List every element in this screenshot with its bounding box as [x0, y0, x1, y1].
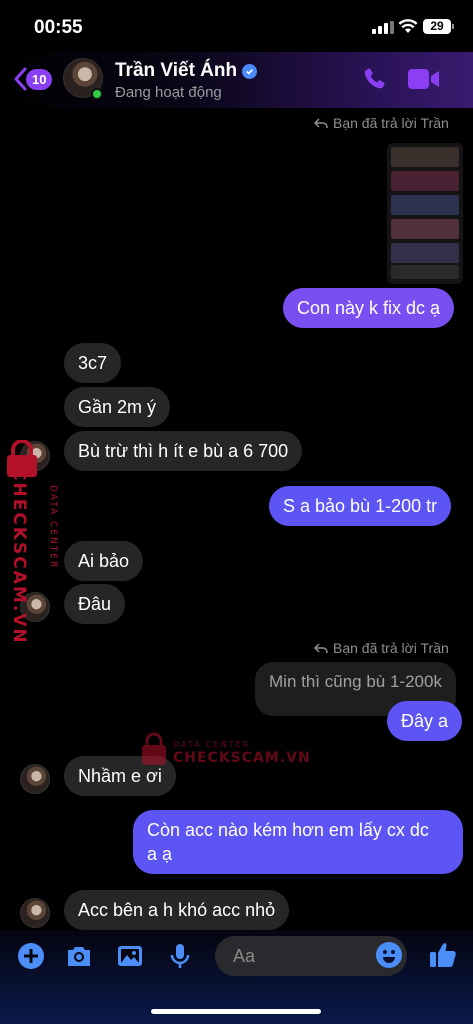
plus-icon[interactable]: [17, 942, 45, 970]
shared-image-thumbnail[interactable]: [387, 143, 463, 284]
reply-indicator: Bạn đã trả lời Trần: [314, 115, 449, 131]
contact-avatar-small[interactable]: [20, 764, 50, 794]
message-incoming[interactable]: Bù trừ thì h ít e bù a 6 700: [64, 431, 303, 471]
video-call-icon[interactable]: [408, 68, 440, 90]
reply-arrow-icon: [314, 642, 328, 653]
message-line: a ạ: [147, 844, 173, 864]
message-input-placeholder: Aa: [233, 946, 256, 966]
message-outgoing[interactable]: S a bảo bù 1-200 tr: [269, 486, 452, 526]
reply-indicator-text: Bạn đã trả lời Trần: [333, 640, 449, 656]
microphone-icon[interactable]: [166, 942, 194, 970]
reply-indicator-text: Bạn đã trả lời Trần: [333, 115, 449, 131]
clock: 00:55: [34, 17, 83, 38]
message-incoming[interactable]: Gần 2m ý: [64, 387, 171, 427]
cellular-signal-icon: [372, 21, 394, 34]
home-indicator[interactable]: [151, 1009, 321, 1014]
watermark-tag: DATA CENTER: [48, 485, 58, 570]
emoji-icon[interactable]: [376, 942, 402, 968]
contact-avatar-small[interactable]: [20, 898, 50, 928]
wifi-icon: [398, 19, 418, 33]
message-outgoing[interactable]: Con này k fix dc ạ: [283, 288, 455, 328]
message-outgoing[interactable]: Còn acc nào kém hơn em lấy cx dc a ạ: [133, 810, 463, 874]
camera-icon[interactable]: [65, 942, 93, 970]
watermark-brand: CHECKSCAM.VN: [173, 750, 311, 766]
online-status-dot: [91, 88, 103, 100]
message-incoming[interactable]: Đâu: [64, 584, 126, 624]
contact-name: Trần Viết Ánh: [115, 60, 238, 81]
thumbs-up-icon[interactable]: [428, 940, 458, 970]
message-line: Còn acc nào kém hơn em lấy cx dc: [147, 820, 429, 840]
message-incoming[interactable]: Acc bên a h khó acc nhỏ: [64, 890, 290, 930]
presence-status: Đang hoạt động: [115, 84, 222, 101]
contact-avatar-small[interactable]: [20, 441, 50, 471]
message-incoming[interactable]: 3c7: [64, 343, 122, 383]
verified-badge-icon: [242, 63, 258, 79]
battery-indicator: 29: [423, 19, 454, 34]
gallery-icon[interactable]: [116, 942, 144, 970]
message-incoming[interactable]: Nhầm e ơi: [64, 756, 176, 796]
watermark-brand: CHECKSCAM.VN: [9, 468, 29, 645]
watermark-tag: DATA CENTER: [173, 740, 251, 749]
chat-header: 10 Trần Viết Ánh Đang hoạt động: [0, 52, 473, 108]
reply-arrow-icon: [314, 117, 328, 128]
message-outgoing[interactable]: Đây a: [387, 701, 463, 741]
unread-count-badge: 10: [26, 68, 53, 90]
reply-indicator: Bạn đã trả lời Trần: [314, 640, 449, 656]
phone-call-icon[interactable]: [361, 66, 387, 92]
contact-name-row[interactable]: Trần Viết Ánh: [115, 60, 258, 82]
message-incoming[interactable]: Ai bảo: [64, 541, 144, 581]
status-bar: 00:55 29: [0, 0, 473, 52]
contact-avatar-small[interactable]: [20, 592, 50, 622]
back-button[interactable]: 10: [12, 66, 53, 92]
